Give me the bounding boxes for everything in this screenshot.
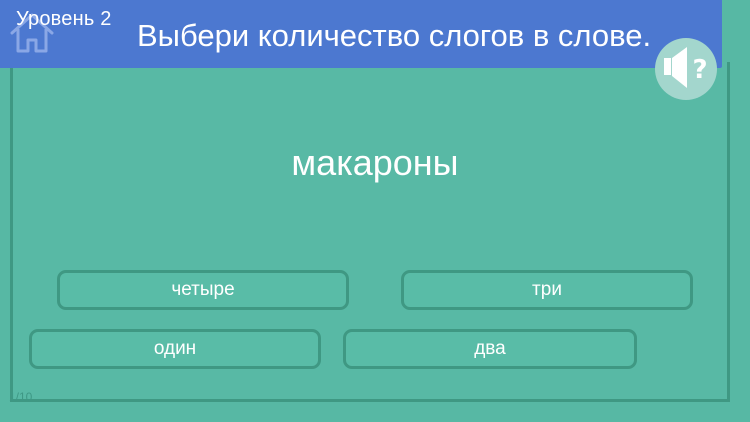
answer-label: один xyxy=(153,338,197,359)
level-label: Уровень 2 xyxy=(16,8,112,30)
answer-label: четыре xyxy=(171,279,235,300)
sound-help-button[interactable]: ? xyxy=(655,38,717,100)
answer-label: два xyxy=(474,338,506,359)
answer-button-dva[interactable]: два xyxy=(343,329,637,369)
svg-text:?: ? xyxy=(692,55,707,85)
answer-button-chetyre[interactable]: четыре xyxy=(57,270,349,310)
speaker-question-icon: ? xyxy=(664,47,708,88)
progress-counter: 1/10 xyxy=(9,390,33,404)
instruction-text: Выбери количество слогов в слове. xyxy=(137,18,652,53)
target-word: макароны xyxy=(291,142,459,183)
answer-button-odin[interactable]: один xyxy=(29,329,321,369)
answer-label: три xyxy=(532,279,562,300)
header-bar: Уровень 2 Выбери количество слогов в сло… xyxy=(0,0,722,68)
answer-button-tri[interactable]: три xyxy=(401,270,693,310)
